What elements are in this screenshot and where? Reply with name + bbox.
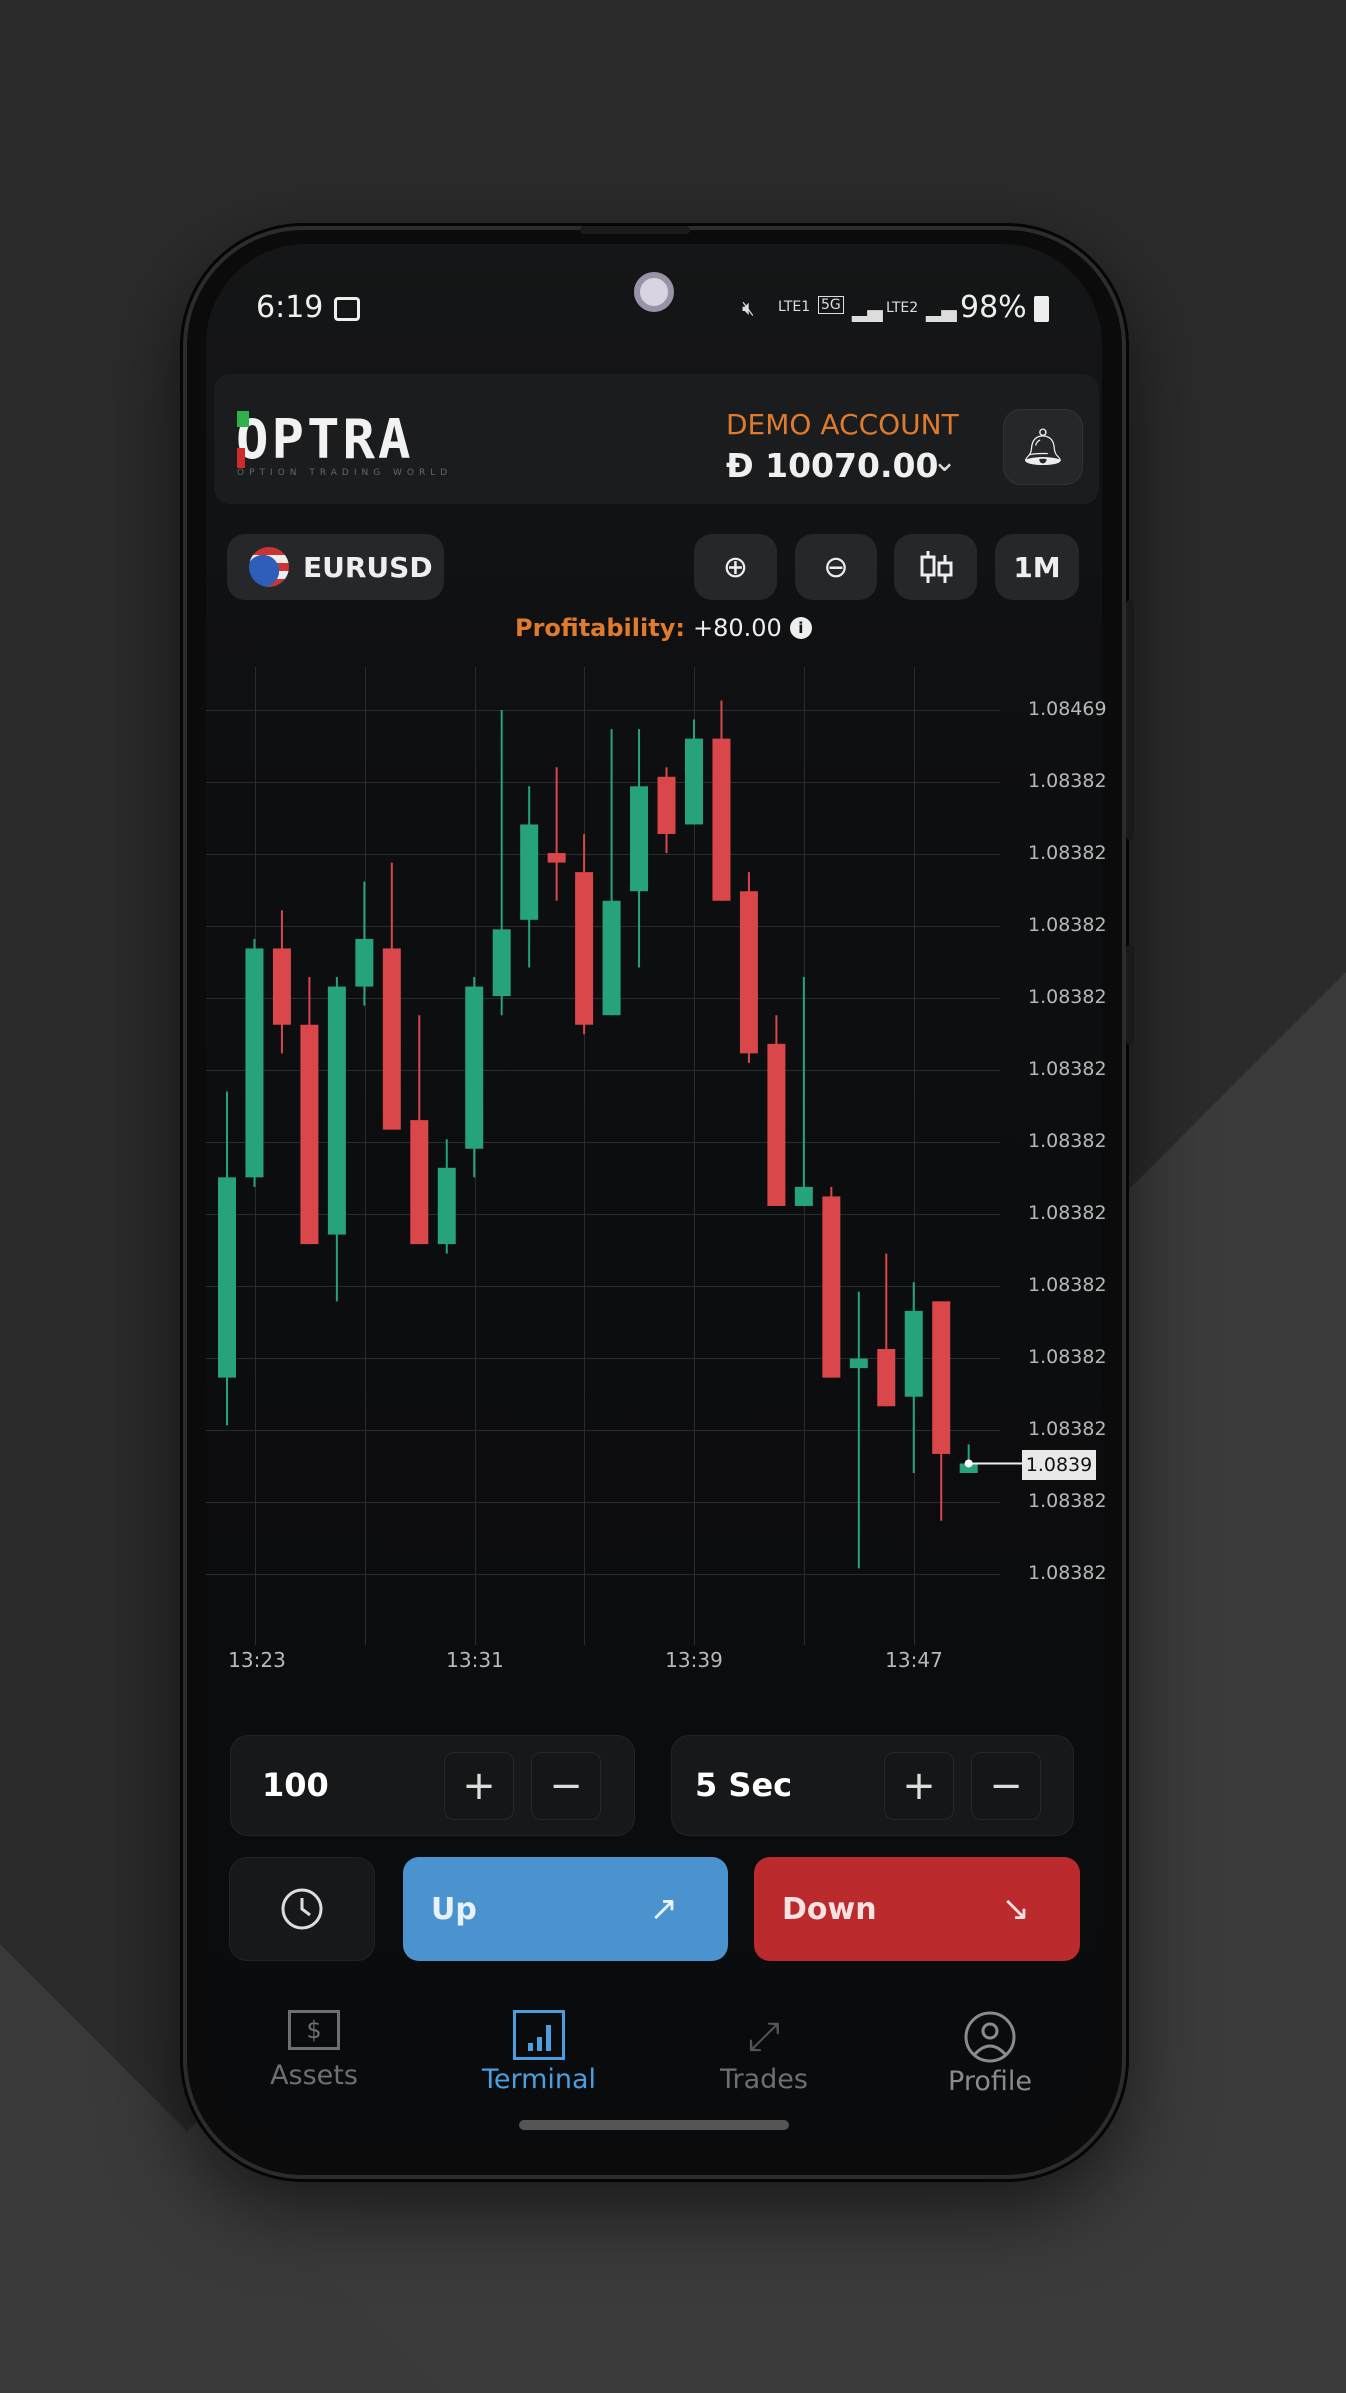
up-label: Up [431, 1891, 477, 1927]
candle-body [712, 738, 731, 901]
candle-body [272, 948, 291, 1025]
nav-label: Assets [270, 2060, 358, 2091]
candle-body [767, 1043, 786, 1206]
candle-body [602, 900, 621, 1016]
clock-icon [281, 1888, 323, 1930]
candle-body [355, 938, 374, 987]
current-price-marker [964, 1459, 973, 1468]
nav-label: Trades [720, 2064, 808, 2095]
candle [712, 700, 731, 901]
candle [767, 1015, 786, 1206]
candle-body [794, 1186, 813, 1206]
candle [822, 1186, 841, 1378]
duration-increase-button[interactable]: + [884, 1752, 954, 1820]
arrow-up-right-icon: ↗ [649, 1889, 679, 1929]
user-icon [964, 2011, 1016, 2063]
candle-body [630, 786, 649, 892]
candle [355, 881, 374, 1006]
duration-decrease-button[interactable]: − [971, 1752, 1041, 1820]
candle [904, 1282, 923, 1473]
candle [437, 1139, 456, 1254]
dollar-icon: $ [288, 2010, 340, 2050]
candle-body [465, 986, 484, 1149]
arrow-down-right-icon: ↘ [1001, 1889, 1031, 1929]
nav-trades[interactable]: ⤢ Trades [684, 2010, 844, 2095]
candle [657, 767, 676, 854]
nav-assets[interactable]: $ Assets [234, 2010, 394, 2091]
candle [794, 977, 813, 1206]
candle [382, 862, 401, 1130]
schedule-button[interactable] [229, 1857, 375, 1961]
duration-value[interactable]: 5 Sec [695, 1766, 792, 1804]
candle-body [657, 776, 676, 834]
swap-arrows-icon: ⤢ [748, 2014, 780, 2060]
candle [465, 977, 484, 1178]
candle [520, 786, 539, 968]
current-price-label: 1.0839 [1022, 1450, 1096, 1480]
candle-body [382, 948, 401, 1130]
up-button[interactable]: Up ↗ [403, 1857, 728, 1961]
candlestick-series [218, 700, 1022, 1569]
nav-label: Terminal [481, 2064, 597, 2095]
candle-body [932, 1301, 951, 1454]
home-indicator[interactable] [519, 2120, 789, 2130]
candle [739, 872, 758, 1063]
candle-body [327, 986, 346, 1235]
candle [684, 719, 703, 825]
amount-decrease-button[interactable]: − [531, 1752, 601, 1820]
candle-body [822, 1196, 841, 1378]
candle [272, 910, 291, 1054]
candle-body [849, 1358, 868, 1369]
candle-body [877, 1349, 896, 1407]
candle-body [684, 738, 703, 825]
chart-icon [513, 2010, 565, 2060]
candle-body [575, 872, 594, 1025]
candle [218, 1091, 236, 1426]
candle-body [437, 1167, 456, 1245]
candle-body [547, 853, 566, 863]
nav-label: Profile [948, 2066, 1032, 2097]
amount-value[interactable]: 100 [262, 1766, 329, 1804]
candle-body [739, 891, 758, 1054]
candle [932, 1301, 951, 1521]
candle [630, 729, 649, 968]
down-label: Down [782, 1891, 877, 1927]
candle [327, 977, 346, 1302]
candle [547, 767, 566, 901]
candle-body [520, 824, 539, 920]
nav-terminal[interactable]: Terminal [459, 2010, 619, 2095]
candle [849, 1291, 868, 1569]
amount-increase-button[interactable]: + [444, 1752, 514, 1820]
candle-body [300, 1024, 319, 1245]
candle [575, 833, 594, 1035]
candle [410, 1015, 429, 1245]
candle-body [904, 1310, 923, 1397]
candle-body [492, 929, 511, 997]
candle [959, 1444, 978, 1473]
candle-body [410, 1120, 429, 1245]
candle [602, 729, 621, 1016]
candle [300, 977, 319, 1245]
candle [245, 938, 264, 1187]
candle [877, 1253, 896, 1407]
down-button[interactable]: Down ↘ [754, 1857, 1080, 1961]
nav-profile[interactable]: Profile [910, 2010, 1070, 2097]
candle [492, 710, 511, 1016]
candle-body [218, 1177, 236, 1378]
candle-body [245, 948, 264, 1178]
